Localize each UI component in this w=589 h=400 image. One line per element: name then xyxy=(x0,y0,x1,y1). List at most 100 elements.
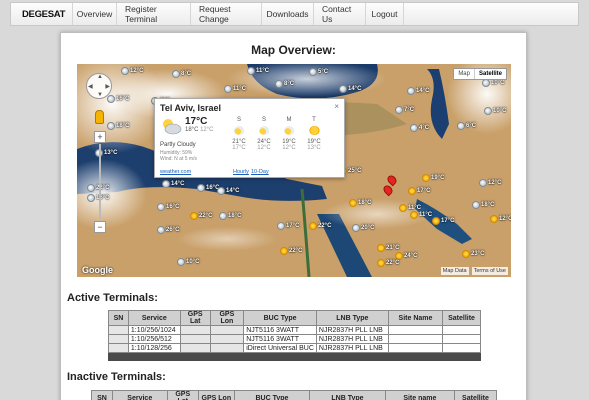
weather-marker[interactable]: 14°C xyxy=(217,187,239,195)
map-footer: Map Data Terms of Use xyxy=(440,267,508,275)
weather-marker[interactable]: 23°C xyxy=(462,250,484,258)
table-row[interactable]: 1:10/256/1024 NJT5116 3WATT NJR2837H PLL… xyxy=(108,325,481,335)
weather-marker[interactable]: 14°C xyxy=(162,180,184,188)
pan-up-icon[interactable]: ▲ xyxy=(97,74,103,80)
weather-marker[interactable]: 8°C xyxy=(275,80,294,88)
active-terminals-table: SN Service GPS Lat GPS Lon BUC Type LNB … xyxy=(108,310,481,361)
nav-logout[interactable]: Logout xyxy=(366,3,404,25)
close-icon[interactable]: × xyxy=(334,102,339,111)
cell-gps-lon xyxy=(209,334,245,344)
weather-marker[interactable]: 10°C xyxy=(177,258,199,266)
nav-contact-us[interactable]: Contact Us xyxy=(314,3,366,25)
map-type-map[interactable]: Map xyxy=(454,69,474,79)
weather-marker[interactable]: 18°C xyxy=(472,201,494,209)
weather-marker-temp: 17°C xyxy=(441,218,455,224)
col-gps-lat: GPS Lat xyxy=(179,310,211,326)
weather-com-link[interactable]: weather.com xyxy=(160,169,191,175)
weather-marker[interactable]: 22°C xyxy=(377,259,399,267)
pan-left-icon[interactable]: ◀ xyxy=(88,83,93,90)
weather-marker-temp: 12°C xyxy=(130,68,144,74)
cell-gps-lon xyxy=(209,325,245,335)
pan-right-icon[interactable]: ▶ xyxy=(105,83,110,90)
weather-marker-temp: 16°C xyxy=(166,204,180,210)
col-service: Service xyxy=(111,390,168,400)
col-buc-type: BUC Type xyxy=(233,390,311,400)
cell-lnb-type: NJR2837H PLL LNB xyxy=(315,343,389,353)
pan-control[interactable]: ▲ ▼ ◀ ▶ xyxy=(86,73,112,99)
weather-marker-temp: 25°C xyxy=(348,168,362,174)
weather-marker[interactable]: 18°C xyxy=(107,122,129,130)
weather-marker[interactable]: 17°C xyxy=(432,217,454,225)
map-type-satellite[interactable]: Satellite xyxy=(473,69,506,79)
weather-marker[interactable]: 19°C xyxy=(422,174,444,182)
weather-marker[interactable]: 18°C xyxy=(349,199,371,207)
weather-marker-temp: 8°C xyxy=(181,71,192,77)
cloudy-icon xyxy=(277,222,285,230)
weather-marker[interactable]: 5°C xyxy=(309,68,328,76)
weather-marker-temp: 14°C xyxy=(348,86,362,92)
nav-downloads[interactable]: Downloads xyxy=(262,3,314,25)
weather-marker[interactable]: 14°C xyxy=(407,87,429,95)
weather-marker[interactable]: 22°C xyxy=(309,222,331,230)
cell-service: 1:10/256/1024 xyxy=(127,325,181,335)
cloudy-icon xyxy=(224,85,232,93)
weather-marker[interactable]: 22°C xyxy=(190,212,212,220)
weather-marker[interactable]: 18°C xyxy=(219,212,241,220)
terms-of-use-link[interactable]: Terms of Use xyxy=(471,267,508,275)
zoom-in-button[interactable]: + xyxy=(94,131,106,143)
google-map[interactable]: 12°C8°C11°C5°C16°C8°C11°C8°C14°C14°C10°C… xyxy=(77,64,511,277)
weather-marker[interactable]: 12°C xyxy=(479,179,501,187)
top-navbar: DEGESAT Overview Register Terminal Reque… xyxy=(10,2,579,26)
weather-marker[interactable]: 10°C xyxy=(484,107,506,115)
table-header-row: SN Service GPS Lat GPS Lon BUC Type LNB … xyxy=(91,390,498,400)
cloudy-icon xyxy=(472,201,480,209)
brand[interactable]: DEGESAT xyxy=(11,3,73,25)
map-type-control: Map Satellite xyxy=(453,68,507,80)
weather-marker[interactable]: 26°C xyxy=(157,226,179,234)
weather-marker[interactable]: 11°C xyxy=(247,67,269,75)
col-lnb-type: LNB Type xyxy=(315,310,389,326)
weather-marker[interactable]: 12°C xyxy=(490,215,511,223)
nav-register-terminal[interactable]: Register Terminal xyxy=(117,3,191,25)
col-sn: SN xyxy=(91,390,113,400)
weather-marker-temp: 7°C xyxy=(404,107,415,113)
nav-overview[interactable]: Overview xyxy=(73,3,117,25)
ten-day-link[interactable]: 10-Day xyxy=(251,169,269,175)
sunny-icon xyxy=(349,199,357,207)
cell-sn xyxy=(108,343,129,353)
hourly-link[interactable]: Hourly xyxy=(233,169,249,175)
zoom-out-button[interactable]: − xyxy=(94,221,106,233)
weather-marker[interactable]: 11°C xyxy=(224,85,246,93)
table-row[interactable]: 1:10/128/256 iDirect Universal BUC NJR28… xyxy=(108,343,481,353)
weather-marker[interactable]: 7°C xyxy=(395,106,414,114)
nav-request-change[interactable]: Request Change xyxy=(191,3,262,25)
map-data-link[interactable]: Map Data xyxy=(440,267,469,275)
weather-marker[interactable]: 16°C xyxy=(107,95,129,103)
weather-marker[interactable]: 21°C xyxy=(377,244,399,252)
cloudy-icon xyxy=(410,124,418,132)
weather-marker[interactable]: 10°C xyxy=(482,79,504,87)
weather-marker[interactable]: 14°C xyxy=(339,85,361,93)
table-footer-bar xyxy=(108,352,481,361)
weather-marker-temp: 22°C xyxy=(199,213,213,219)
zoom-slider-track[interactable] xyxy=(99,144,101,220)
weather-marker[interactable]: 16°C xyxy=(157,203,179,211)
current-hi-lo: 18°C 12°C xyxy=(185,127,213,133)
forecast-day-label: S xyxy=(236,117,241,123)
sunny-icon xyxy=(408,187,416,195)
weather-marker[interactable]: 6°C xyxy=(457,122,476,130)
weather-marker[interactable]: 8°C xyxy=(172,70,191,78)
table-row[interactable]: 1:10/256/512 NJT5116 3WATT NJR2837H PLL … xyxy=(108,334,481,344)
info-city-title: Tel Aviv, Israel xyxy=(160,103,222,113)
weather-marker[interactable]: 11°C xyxy=(410,211,432,219)
brand-name: DEGESAT xyxy=(22,8,66,20)
weather-marker[interactable]: 17°C xyxy=(277,222,299,230)
weather-marker[interactable]: 20°C xyxy=(352,224,374,232)
weather-marker[interactable]: 22°C xyxy=(280,247,302,255)
weather-marker[interactable]: 17°C xyxy=(408,187,430,195)
weather-marker[interactable]: 12°C xyxy=(121,67,143,75)
col-gps-lon: GPS Lon xyxy=(198,390,235,400)
street-view-pegman-icon[interactable] xyxy=(95,110,104,124)
weather-marker[interactable]: 4°C xyxy=(410,124,429,132)
pan-down-icon[interactable]: ▼ xyxy=(97,92,103,98)
